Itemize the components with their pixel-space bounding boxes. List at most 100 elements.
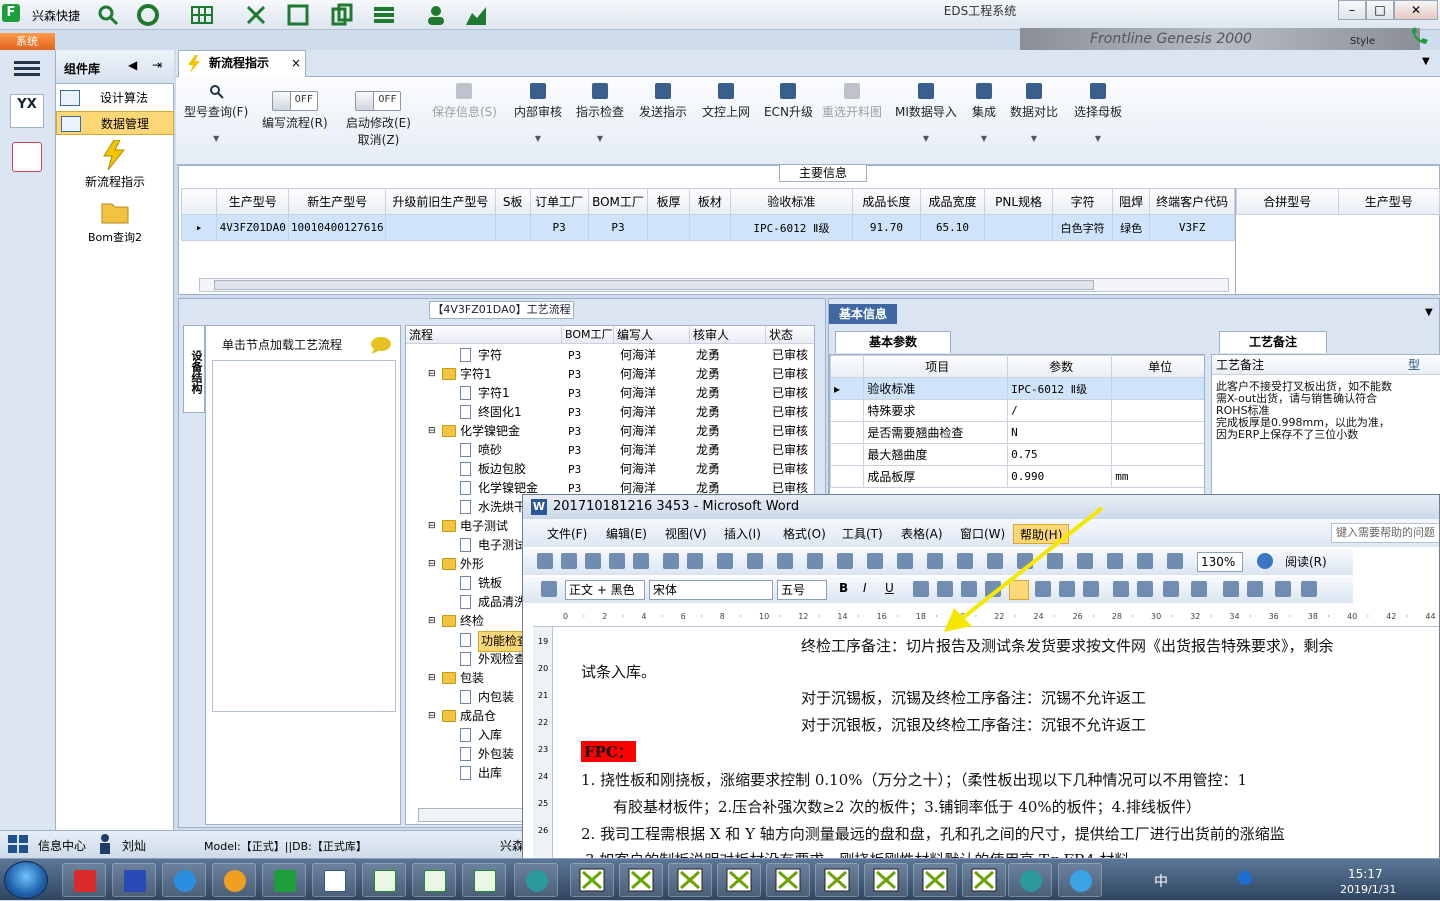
toolbar-icon[interactable] — [633, 553, 649, 569]
table-cell[interactable] — [647, 214, 690, 241]
table-cell[interactable]: 绿色 — [1112, 214, 1151, 241]
table-cell[interactable]: 91.70 — [851, 214, 922, 241]
table-cell[interactable]: 10010400127616 — [288, 214, 387, 241]
cell-value[interactable]: IPC-6012 Ⅱ级 — [1007, 377, 1113, 400]
underline-button[interactable]: U — [885, 581, 894, 595]
calculator-icon[interactable] — [12, 142, 42, 172]
chart-icon[interactable] — [464, 3, 488, 27]
taskbar-genesis-window[interactable] — [962, 863, 1006, 897]
tree-node[interactable]: ⊟ 字符1 P3 何海洋 龙勇 已审核 — [406, 365, 814, 384]
toolbar-icon[interactable] — [687, 553, 703, 569]
table-cell[interactable]: 白色字符 — [1052, 214, 1114, 241]
toolbar-icon[interactable] — [541, 581, 557, 597]
film-icon[interactable] — [286, 3, 310, 27]
taskbar-app-eye-2[interactable] — [1008, 863, 1052, 897]
cell-value[interactable]: / — [1007, 399, 1113, 422]
cell-item[interactable]: 验收标准 — [863, 377, 1009, 400]
toolbar-icon[interactable] — [1163, 581, 1179, 597]
cell-item[interactable]: 成品板厚 — [863, 465, 1009, 488]
column-header[interactable]: 板厚 — [647, 188, 690, 215]
process-notes-text[interactable]: 此客户不接受打叉板出货，如不能数需X-out出货，请与销售确认符合ROHS标准 … — [1216, 381, 1400, 441]
menu-item[interactable]: 文件(F) — [541, 524, 593, 544]
expander-icon[interactable]: ⊟ — [428, 422, 436, 441]
list-icon[interactable] — [372, 3, 396, 27]
toolbar-icon[interactable] — [897, 553, 913, 569]
maximize-button[interactable]: □ — [1366, 0, 1394, 20]
taskbar-genesis-window[interactable] — [766, 863, 810, 897]
cancel-edit-label[interactable]: 取消(Z) — [346, 131, 411, 148]
toolbar-icon[interactable] — [585, 553, 601, 569]
tree-node[interactable]: 字符 P3 何海洋 龙勇 已审核 — [406, 346, 814, 365]
speech-bubble-icon[interactable] — [370, 336, 392, 354]
toolbar-icon[interactable] — [807, 553, 823, 569]
expander-icon[interactable]: ⊟ — [428, 669, 436, 688]
tab-close-icon[interactable]: × — [291, 51, 301, 76]
sidebar-item-data-management[interactable]: 数据管理 — [56, 111, 174, 135]
column-header[interactable]: 订单工厂 — [529, 188, 589, 215]
bold-button[interactable]: B — [839, 581, 848, 595]
taskbar-app-eds[interactable] — [262, 863, 306, 897]
toolbar-icon[interactable] — [747, 553, 763, 569]
taskbar-excel-3[interactable] — [462, 863, 506, 897]
search-icon[interactable] — [96, 3, 120, 27]
chevron-down-icon[interactable]: ▼ — [576, 134, 624, 143]
italic-button[interactable]: I — [863, 581, 867, 595]
column-header[interactable]: 终端客户代码 — [1149, 188, 1235, 215]
doc-upload-button[interactable]: 文控上网 — [702, 81, 750, 120]
tree-node[interactable]: 喷砂 P3 何海洋 龙勇 已审核 — [406, 441, 814, 460]
system-badge[interactable]: 系统 — [0, 33, 55, 50]
table-row[interactable]: 最大翘曲度 0.75 — [830, 443, 1204, 466]
column-header-unit[interactable]: 单位 — [1111, 355, 1204, 378]
font-select[interactable]: 宋体 — [649, 580, 773, 600]
read-mode-button[interactable]: 阅读(R) — [1285, 553, 1327, 570]
table-cell[interactable]: V3FZ — [1149, 214, 1235, 241]
expander-icon[interactable]: ⊟ — [428, 365, 436, 384]
menu-item[interactable]: 格式(O) — [777, 524, 832, 544]
taskbar-app-messenger[interactable] — [1058, 863, 1102, 897]
chevron-down-icon[interactable]: ▼ — [1010, 134, 1058, 143]
toolbar-icon[interactable] — [717, 553, 733, 569]
base-info-title[interactable]: 基本信息 — [829, 304, 897, 324]
toolbar-icon[interactable] — [1191, 581, 1207, 597]
reselect-cutting-button[interactable]: 重选开料图 — [822, 81, 882, 120]
copy-icon[interactable] — [330, 3, 354, 27]
write-process-toggle[interactable]: OFF 编写流程(R) — [262, 81, 328, 131]
cell-unit[interactable] — [1111, 377, 1204, 400]
column-header[interactable]: PNL规格 — [984, 188, 1054, 215]
send-instruction-button[interactable]: 发送指示 — [639, 81, 687, 120]
save-info-button[interactable]: 保存信息(S) — [432, 81, 497, 120]
start-button[interactable] — [4, 861, 48, 899]
toggle-switch[interactable]: OFF — [271, 91, 318, 111]
table-row[interactable]: ▸ 4V3FZ01DA0 10010400127616 P3 P3 IPC-6012 Ⅱ级… — [181, 214, 1235, 241]
toolbar-icon[interactable] — [609, 553, 625, 569]
table-row[interactable]: 是否需要翘曲检查 N — [830, 421, 1204, 444]
help-icon[interactable] — [1257, 553, 1273, 569]
taskbar-genesis-window[interactable] — [717, 863, 761, 897]
taskbar-app-eye[interactable] — [514, 863, 558, 897]
table-cell[interactable]: IPC-6012 Ⅱ级 — [730, 214, 853, 241]
chevron-down-icon[interactable]: ▼ — [895, 134, 957, 143]
taskbar-word[interactable] — [312, 863, 356, 897]
scissors-icon[interactable] — [244, 3, 268, 27]
table-cell[interactable]: 65.10 — [919, 214, 986, 241]
column-header[interactable]: 验收标准 — [730, 188, 853, 215]
table-cell[interactable]: 4V3FZ01DA0 — [216, 214, 290, 241]
cell-unit[interactable] — [1111, 443, 1204, 466]
cell-value[interactable]: 0.990 — [1007, 465, 1113, 488]
info-center-link[interactable]: 信息中心 — [38, 837, 86, 854]
yx-module-icon[interactable]: YX — [10, 94, 44, 128]
chevron-down-icon[interactable]: ▼ — [514, 134, 562, 143]
ime-indicator[interactable]: 中 — [1154, 871, 1168, 891]
menu-item[interactable]: 插入(I) — [718, 524, 767, 544]
tab-process-notes[interactable]: 工艺备注 — [1219, 331, 1327, 353]
collapse-left-icon[interactable]: ◀ — [128, 58, 137, 72]
phone-icon[interactable] — [1408, 26, 1430, 48]
column-header[interactable]: 阻焊 — [1112, 188, 1151, 215]
column-header[interactable]: 生产型号 — [216, 188, 290, 215]
help-tray-icon[interactable] — [1238, 871, 1252, 885]
menu-item[interactable]: 工具(T) — [836, 524, 889, 544]
production-model-header[interactable]: 生产型号 — [1337, 188, 1440, 215]
toggle-switch[interactable]: OFF — [355, 91, 402, 111]
cell-item[interactable]: 最大翘曲度 — [863, 443, 1009, 466]
table-cell[interactable]: P3 — [529, 214, 589, 241]
